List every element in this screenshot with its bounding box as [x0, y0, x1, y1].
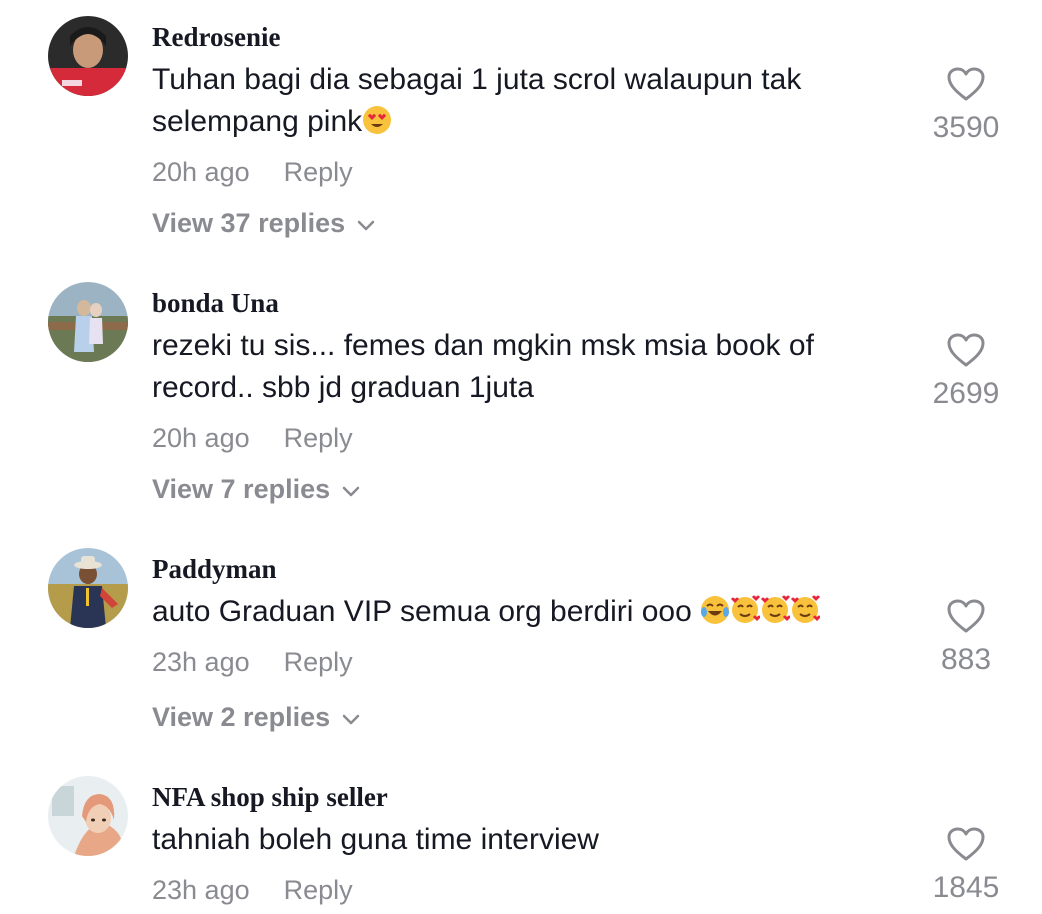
heart-outline-icon [947, 67, 985, 101]
reply-button[interactable]: Reply [284, 423, 353, 453]
smiling-with-hearts-emoji-icon [790, 595, 822, 637]
comment-text-content: rezeki tu sis... femes dan mgkin msk msi… [152, 329, 814, 404]
reply-button[interactable]: Reply [284, 647, 353, 677]
avatar[interactable] [48, 282, 128, 362]
like-button[interactable] [946, 826, 986, 862]
comment-meta: 20h ago Reply [152, 423, 353, 454]
avatar[interactable] [48, 776, 128, 856]
like-count: 1845 [932, 871, 1000, 904]
heart-outline-icon [947, 827, 985, 861]
comment-text-content: Tuhan bagi dia sebagai 1 juta scrol wala… [152, 63, 802, 138]
like-count: 3590 [932, 111, 1000, 144]
comment-text-content: tahniah boleh guna time interview [152, 823, 599, 856]
like-button[interactable] [946, 66, 986, 102]
avatar[interactable] [48, 548, 128, 628]
comment-time: 23h ago [152, 875, 250, 905]
reply-button[interactable]: Reply [284, 157, 353, 187]
heart-outline-icon [947, 599, 985, 633]
comment-time: 20h ago [152, 157, 250, 187]
comment-username[interactable]: bonda Una [152, 288, 279, 319]
heart-eyes-emoji-icon [362, 105, 392, 147]
comment-text: rezeki tu sis... femes dan mgkin msk msi… [152, 325, 892, 409]
chevron-down-icon [342, 474, 360, 505]
view-replies-button[interactable]: View 2 replies [152, 702, 360, 733]
comment-meta: 23h ago Reply [152, 875, 353, 906]
comment-time: 20h ago [152, 423, 250, 453]
like-count: 2699 [932, 377, 1000, 410]
tears-of-joy-emoji-icon [700, 595, 730, 637]
comment-username[interactable]: Redrosenie [152, 22, 281, 53]
like-button[interactable] [946, 598, 986, 634]
smiling-with-hearts-emoji-icon [730, 595, 762, 637]
like-count: 883 [940, 643, 992, 676]
view-replies-label: View 37 replies [152, 208, 346, 238]
chevron-down-icon [357, 208, 375, 239]
reply-button[interactable]: Reply [284, 875, 353, 905]
smiling-with-hearts-emoji-icon [760, 595, 792, 637]
avatar[interactable] [48, 16, 128, 96]
heart-outline-icon [947, 333, 985, 367]
comment-meta: 23h ago Reply [152, 647, 353, 678]
view-replies-label: View 2 replies [152, 702, 331, 732]
comment-time: 23h ago [152, 647, 250, 677]
like-button[interactable] [946, 332, 986, 368]
chevron-down-icon [342, 702, 360, 733]
comment-text-content: auto Graduan VIP semua org berdiri ooo [152, 595, 701, 628]
comment-username[interactable]: NFA shop ship seller [152, 782, 388, 813]
comment-text: auto Graduan VIP semua org berdiri ooo [152, 591, 892, 637]
comment-text: tahniah boleh guna time interview [152, 819, 892, 861]
view-replies-button[interactable]: View 37 replies [152, 208, 375, 239]
comment-username[interactable]: Paddyman [152, 554, 277, 585]
comment-meta: 20h ago Reply [152, 157, 353, 188]
view-replies-button[interactable]: View 7 replies [152, 474, 360, 505]
comment-text: Tuhan bagi dia sebagai 1 juta scrol wala… [152, 59, 892, 147]
view-replies-label: View 7 replies [152, 474, 331, 504]
